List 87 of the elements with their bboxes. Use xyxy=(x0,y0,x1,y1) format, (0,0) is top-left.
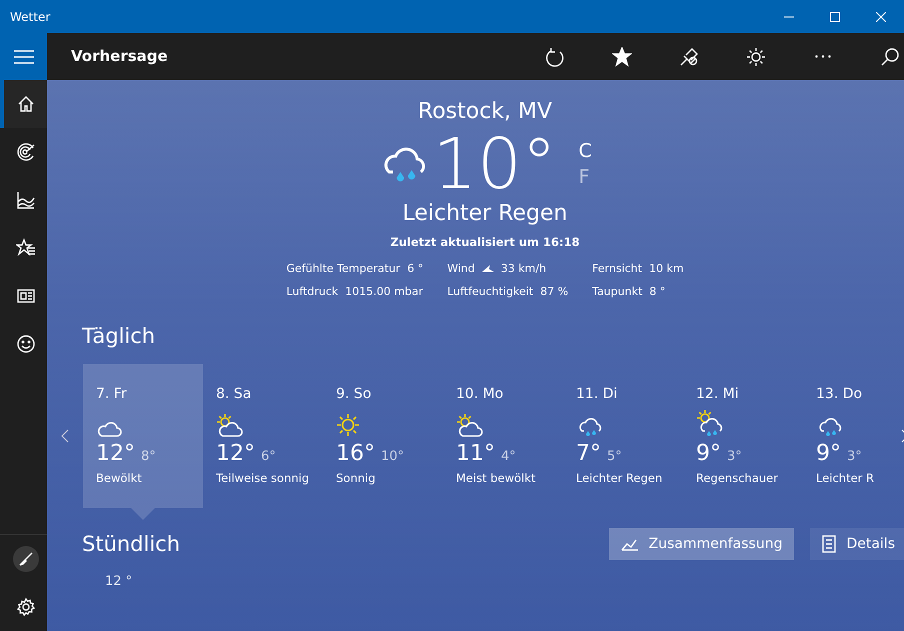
detail-label: Wind xyxy=(447,261,475,278)
sun-icon xyxy=(336,413,360,438)
high-temperature: 9° xyxy=(696,441,721,466)
page-title: Vorhersage xyxy=(71,46,169,68)
day-date: 8. Sa xyxy=(216,385,252,404)
detail-value: 8 ° xyxy=(649,284,666,300)
low-temperature: 3° xyxy=(847,449,862,464)
view-button[interactable]: Details xyxy=(810,528,904,560)
day-tile[interactable]: 10. Mo 11° 4° Meist bewölkt xyxy=(443,364,563,508)
wind-direction-icon xyxy=(482,265,494,274)
current-temperature: 10° xyxy=(432,128,557,200)
low-temperature: 4° xyxy=(501,449,516,464)
high-temperature: 11° xyxy=(456,441,495,466)
detail-value: 6 ° xyxy=(407,261,424,278)
day-condition: Bewölkt xyxy=(96,470,143,488)
day-condition: Regenschauer xyxy=(696,470,779,488)
day-condition: Teilweise sonnig xyxy=(216,470,310,488)
star-icon xyxy=(612,46,632,66)
home-icon xyxy=(16,94,36,114)
chart-icon xyxy=(620,537,639,552)
maximize-icon xyxy=(830,12,840,22)
star-list-icon xyxy=(16,238,36,258)
low-temperature: 10° xyxy=(381,449,404,464)
detail-label: Fernsicht xyxy=(592,261,642,278)
high-temperature: 7° xyxy=(576,441,601,466)
settings-icon xyxy=(16,597,36,617)
detail-value: 87 % xyxy=(540,284,568,300)
location-title: Rostock, MV xyxy=(418,98,552,126)
high-temperature: 12° xyxy=(96,441,135,466)
day-date: 11. Di xyxy=(576,385,618,404)
detail-label: Luftfeuchtigkeit xyxy=(447,284,534,300)
nav-item[interactable] xyxy=(0,80,47,128)
low-temperature: 8° xyxy=(141,449,156,464)
day-condition: Meist bewölkt xyxy=(456,470,537,488)
pin-icon xyxy=(678,46,698,66)
update-time: Zuletzt aktualisiert um 16:18 xyxy=(390,234,580,251)
detail-value: 1015.00 mbar xyxy=(345,284,424,300)
day-condition: Sonnig xyxy=(336,470,376,488)
sun-cloud-icon xyxy=(456,413,483,438)
more-icon xyxy=(814,55,830,58)
line-chart-icon xyxy=(16,190,36,210)
day-date: 9. So xyxy=(336,385,372,404)
high-temperature: 12° xyxy=(216,441,255,466)
view-button[interactable]: Zusammenfassung xyxy=(608,528,794,560)
detail-label: Luftdruck xyxy=(286,284,338,300)
minimize-icon xyxy=(784,16,794,18)
detail-value: 10 km xyxy=(649,261,684,278)
section-title: Täglich xyxy=(82,323,156,350)
sun-rain-cloud-icon xyxy=(696,409,723,438)
menu-button[interactable] xyxy=(0,33,47,80)
close-icon xyxy=(876,12,886,22)
sun-cloud-icon xyxy=(216,413,243,438)
hourly-temperature: 12 ° xyxy=(105,573,134,592)
low-temperature: 3° xyxy=(727,449,742,464)
day-date: 10. Mo xyxy=(456,385,504,404)
chevron-left-icon xyxy=(61,429,69,444)
day-tile[interactable]: 12. Mi 9° 3° Regenschauer xyxy=(683,364,803,508)
day-condition: Leichter Regen xyxy=(576,470,664,488)
day-date: 12. Mi xyxy=(696,385,740,404)
day-tile[interactable]: 13. Do 9° 3° Leichter R xyxy=(803,364,904,508)
unit-toggle[interactable]: C xyxy=(578,138,592,164)
high-temperature: 9° xyxy=(816,441,841,466)
day-date: 13. Do xyxy=(816,385,864,404)
menu-icon xyxy=(14,50,34,64)
refresh-icon xyxy=(544,46,564,66)
day-tile[interactable]: 11. Di 7° 5° Leichter Regen xyxy=(563,364,683,508)
weather-condition: Leichter Regen xyxy=(402,200,568,228)
detail-value: 33 km/h xyxy=(500,261,546,278)
day-date: 7. Fr xyxy=(96,385,128,404)
cloud-icon xyxy=(96,420,122,438)
selection-pointer xyxy=(131,508,155,520)
document-icon xyxy=(822,535,836,554)
high-temperature: 16° xyxy=(336,441,375,466)
detail-label: Gefühlte Temperatur xyxy=(286,261,400,278)
section-title: Stündlich xyxy=(82,531,182,558)
window-title: Wetter xyxy=(9,8,52,26)
day-tile[interactable]: 8. Sa 12° 6° Teilweise sonnig xyxy=(203,364,323,508)
radar-icon xyxy=(16,142,36,162)
detail-label: Taupunkt xyxy=(592,284,642,300)
day-condition: Leichter R xyxy=(816,470,876,488)
brush-icon xyxy=(18,552,32,566)
day-tile[interactable]: 9. So 16° 10° Sonnig xyxy=(323,364,443,508)
sun-icon xyxy=(746,46,766,66)
low-temperature: 5° xyxy=(607,449,622,464)
search-icon xyxy=(880,46,900,66)
smiley-icon xyxy=(16,334,36,354)
low-temperature: 6° xyxy=(261,449,276,464)
